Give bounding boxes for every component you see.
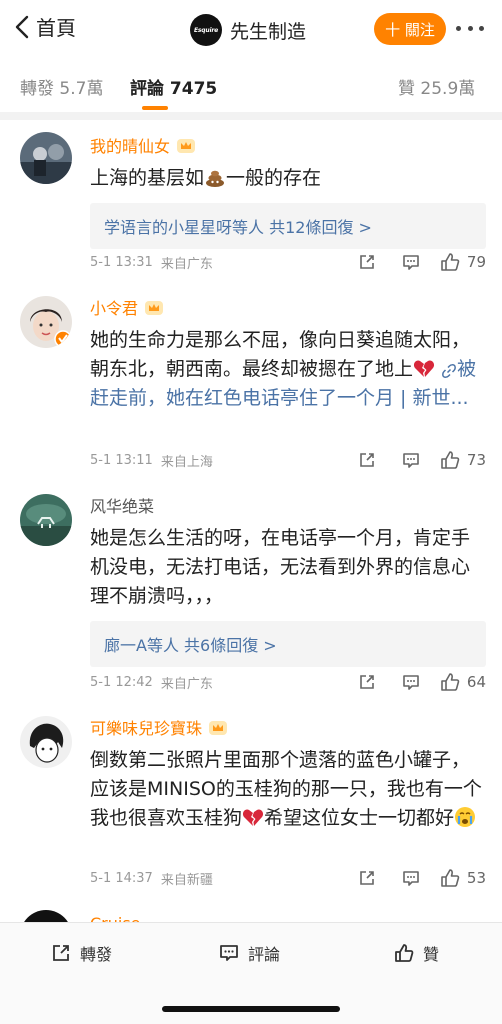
comment-meta: 5-1 12:42 来自广东 64 [90, 670, 486, 694]
back-label: 首頁 [36, 16, 76, 40]
like-label: 贊 [423, 945, 440, 964]
chevron-left-icon [15, 15, 29, 38]
repost-button[interactable]: 轉發 [50, 941, 112, 965]
comment-text: 倒数第二张照片里面那个遗落的蓝色小罐子，应该是MINISO的玉桂狗的那一只，我也… [90, 749, 482, 829]
broken-heart-emoji-icon [413, 360, 435, 377]
top-nav: 首頁 Esquire 先生制造 十 關注 [0, 0, 502, 56]
share-icon[interactable] [345, 670, 389, 694]
thumbs-up-icon [441, 253, 460, 271]
broken-heart-emoji-icon [242, 809, 264, 826]
comment-location: 来自新疆 [160, 872, 213, 888]
link-icon [442, 364, 456, 378]
comment-text: 她的生命力是那么不屈，像向日葵追随太阳，朝东北，朝西南。最终却被摁在了地上 被赶… [90, 329, 477, 409]
like-button[interactable]: 73 [439, 449, 486, 471]
reply-icon[interactable] [389, 866, 433, 890]
comment-time: 5-1 13:11 [90, 452, 153, 468]
username[interactable]: 小令君 [90, 296, 486, 318]
like-count: 79 [466, 253, 486, 271]
like-post-button[interactable]: 贊 [393, 941, 439, 965]
thumbs-up-icon [441, 673, 460, 691]
like-count: 73 [466, 451, 486, 469]
comment-icon [220, 945, 238, 961]
follow-button[interactable]: 十 關注 [374, 13, 446, 45]
avatar[interactable] [20, 494, 72, 546]
home-indicator [162, 1006, 340, 1012]
comment-text: 上海的基层如 一般的存在 [90, 167, 322, 189]
more-options-icon[interactable] [452, 16, 488, 40]
share-icon[interactable] [345, 866, 389, 890]
username[interactable]: 可樂味兒珍寶珠 [90, 716, 486, 738]
share-icon[interactable] [345, 250, 389, 274]
comment-time: 5-1 14:37 [90, 870, 153, 886]
section-divider [0, 112, 502, 120]
comment-label: 評論 [248, 945, 281, 964]
comment-location: 来自广东 [160, 256, 213, 272]
back-button[interactable]: 首頁 [12, 12, 76, 41]
like-count: 64 [466, 673, 486, 691]
username[interactable]: 我的晴仙女 [90, 134, 486, 156]
like-button[interactable]: 79 [439, 251, 486, 273]
tab-likes[interactable]: 贊 25.9萬 [398, 74, 475, 99]
comment-button[interactable]: 評論 [218, 941, 280, 965]
like-count: 53 [466, 869, 486, 887]
thumbs-up-icon [395, 944, 414, 962]
username-text: 风华绝菜 [90, 497, 155, 516]
poop-emoji-icon [206, 170, 225, 187]
avatar[interactable] [20, 716, 72, 768]
reply-icon[interactable] [389, 670, 433, 694]
like-button[interactable]: 64 [439, 671, 486, 693]
comment-text: 她是怎么生活的呀，在电话亭一个月，肯定手机没电，无法打电话，无法看到外界的信息心… [90, 527, 471, 607]
thumbs-up-icon [441, 869, 460, 887]
replies-preview[interactable]: 廊一A等人 共6條回復 > [90, 621, 486, 667]
like-button[interactable]: 53 [439, 867, 486, 889]
account-name: 先生制造 [230, 20, 307, 43]
comment-meta: 5-1 13:31 来自广东 79 [90, 250, 486, 274]
share-icon [53, 945, 69, 961]
comment-actions: 73 [345, 448, 486, 472]
comment-actions: 64 [345, 670, 486, 694]
repost-label: 轉發 [80, 945, 113, 964]
active-tab-indicator [142, 106, 168, 110]
vip-crown-icon [209, 721, 228, 735]
verified-badge-icon [54, 330, 72, 348]
post-tabs: 轉發 5.7萬 評論 7475 贊 25.9萬 [0, 60, 502, 112]
account-header[interactable]: Esquire 先生制造 [190, 14, 306, 46]
vip-crown-icon [177, 139, 196, 153]
replies-preview[interactable]: 学语言的小星星呀等人 共12條回復 > [90, 203, 486, 249]
username-text: 小令君 [90, 299, 139, 318]
account-logo: Esquire [190, 14, 222, 46]
share-icon[interactable] [345, 448, 389, 472]
reply-icon[interactable] [389, 448, 433, 472]
comment-actions: 79 [345, 250, 486, 274]
comment-actions: 53 [345, 866, 486, 890]
vip-crown-icon [145, 301, 164, 315]
avatar[interactable] [20, 132, 72, 184]
username[interactable]: 风华绝菜 [90, 494, 486, 516]
comment-meta: 5-1 13:11 来自上海 73 [90, 448, 486, 472]
tab-repost[interactable]: 轉發 5.7萬 [20, 74, 103, 99]
tab-comments[interactable]: 評論 7475 [130, 74, 217, 99]
comment-location: 来自上海 [160, 454, 213, 470]
comment-time: 5-1 12:42 [90, 674, 153, 690]
comment-time: 5-1 13:31 [90, 254, 153, 270]
username-text: 我的晴仙女 [90, 137, 171, 156]
comment-location: 来自广东 [160, 676, 213, 692]
username-text: 可樂味兒珍寶珠 [90, 719, 203, 738]
comment-meta: 5-1 14:37 来自新疆 53 [90, 866, 486, 890]
avatar[interactable] [20, 296, 72, 348]
thumbs-up-icon [441, 451, 460, 469]
reply-icon[interactable] [389, 250, 433, 274]
crying-face-emoji-icon [455, 807, 476, 827]
